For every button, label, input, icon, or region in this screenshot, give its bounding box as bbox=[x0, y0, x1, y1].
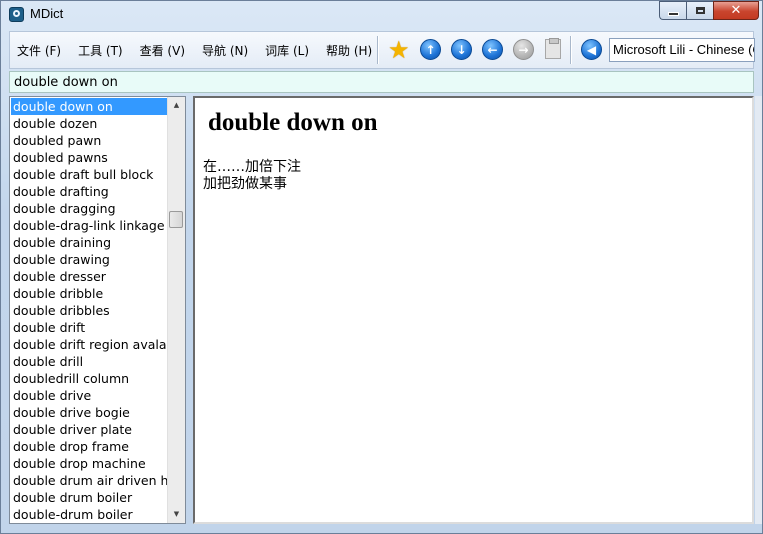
word-list-item[interactable]: doubled pawn bbox=[11, 132, 169, 149]
close-button[interactable]: ✕ bbox=[713, 1, 759, 20]
clipboard-icon bbox=[545, 38, 561, 59]
word-list: double down on double dozen doubled pawn do… bbox=[9, 96, 186, 524]
toolbar-separator bbox=[377, 36, 379, 64]
previous-entry-button[interactable]: ↑ bbox=[420, 39, 442, 61]
word-list-item[interactable]: double drawing bbox=[11, 251, 169, 268]
word-list-item[interactable]: doubled pawns bbox=[11, 149, 169, 166]
word-list-item[interactable]: double dozen bbox=[11, 115, 169, 132]
word-list-item[interactable]: double drop frame bbox=[11, 438, 169, 455]
word-list-item[interactable]: double drop machine bbox=[11, 455, 169, 472]
scroll-up-icon[interactable]: ▲ bbox=[168, 97, 185, 114]
word-list-item[interactable]: double draining bbox=[11, 234, 169, 251]
word-list-item[interactable]: double drive bbox=[11, 387, 169, 404]
word-list-items: double down on double dozen doubled pawn do… bbox=[11, 98, 169, 523]
word-list-item[interactable]: double drum air driven hoist bbox=[11, 472, 169, 489]
word-list-item[interactable]: double drift region avalanche bbox=[11, 336, 169, 353]
word-list-scrollbar[interactable]: ▲ ▼ bbox=[167, 97, 185, 523]
next-entry-button[interactable]: ↓ bbox=[451, 39, 473, 61]
word-list-item[interactable]: double drum boiler bbox=[11, 489, 169, 506]
word-list-item[interactable]: doubledrill column bbox=[11, 370, 169, 387]
menu-navigate[interactable]: 导航 (N) bbox=[195, 42, 255, 59]
menu-library[interactable]: 词库 (L) bbox=[258, 42, 316, 59]
app-icon bbox=[9, 7, 24, 22]
menu-file[interactable]: 文件 (F) bbox=[10, 42, 68, 59]
window-edge bbox=[755, 96, 762, 524]
word-list-item[interactable]: double-drag-link linkage bbox=[11, 217, 169, 234]
menu-toolbar-strip: 文件 (F) 工具 (T) 查看 (V) 导航 (N) 词库 (L) 帮助 (H… bbox=[9, 31, 755, 69]
paste-button[interactable] bbox=[542, 38, 564, 61]
word-list-item[interactable]: double drift bbox=[11, 319, 169, 336]
word-list-item[interactable]: double driver plate bbox=[11, 421, 169, 438]
word-list-item[interactable]: double dribbles bbox=[11, 302, 169, 319]
definition-line: 在……加倍下注 bbox=[203, 159, 301, 175]
word-list-item[interactable]: double dresser bbox=[11, 268, 169, 285]
mdict-window: MDict ✕ 文件 (F) 工具 (T) 查看 (V) 导航 (N) 词库 (… bbox=[0, 0, 763, 534]
minimize-icon bbox=[667, 11, 679, 16]
toolbar-separator bbox=[570, 36, 572, 64]
down-arrow-icon: ↓ bbox=[451, 39, 472, 60]
menu-view[interactable]: 查看 (V) bbox=[133, 42, 192, 59]
voice-select[interactable]: Microsoft Lili - Chinese (China) bbox=[609, 38, 755, 62]
close-icon: ✕ bbox=[730, 3, 742, 18]
menu-help[interactable]: 帮助 (H) bbox=[319, 42, 379, 59]
minimize-button[interactable] bbox=[659, 1, 686, 20]
word-list-item[interactable]: double-drum boiler bbox=[11, 506, 169, 523]
forward-button[interactable]: → bbox=[513, 39, 535, 61]
menubar: 文件 (F) 工具 (T) 查看 (V) 导航 (N) 词库 (L) 帮助 (H… bbox=[10, 32, 382, 68]
speaker-icon: ◀ bbox=[581, 39, 602, 60]
back-button[interactable]: ← bbox=[482, 39, 504, 61]
window-title: MDict bbox=[30, 6, 64, 21]
word-list-item[interactable]: double drafting bbox=[11, 183, 169, 200]
maximize-icon bbox=[695, 7, 705, 14]
scroll-down-icon[interactable]: ▼ bbox=[168, 506, 185, 523]
scroll-thumb[interactable] bbox=[169, 211, 183, 228]
definition-pane: double down on 在……加倍下注 加把劲做某事 bbox=[193, 96, 754, 524]
word-list-item[interactable]: double dribble bbox=[11, 285, 169, 302]
speak-button[interactable]: ◀ bbox=[581, 39, 603, 61]
title-bar[interactable]: MDict ✕ bbox=[1, 1, 762, 29]
word-list-item[interactable]: double down on bbox=[11, 98, 169, 115]
search-input[interactable] bbox=[9, 71, 754, 93]
word-list-item[interactable]: double drill bbox=[11, 353, 169, 370]
menu-tools[interactable]: 工具 (T) bbox=[71, 42, 130, 59]
up-arrow-icon: ↑ bbox=[420, 39, 441, 60]
favorite-button[interactable]: ★ bbox=[388, 36, 410, 64]
definition-line: 加把劲做某事 bbox=[203, 176, 287, 192]
word-list-item[interactable]: double drive bogie bbox=[11, 404, 169, 421]
window-controls: ✕ bbox=[659, 1, 759, 21]
maximize-button[interactable] bbox=[686, 1, 713, 20]
word-list-item[interactable]: double draft bull block bbox=[11, 166, 169, 183]
forward-arrow-icon: → bbox=[513, 39, 534, 60]
entry-title: double down on bbox=[208, 109, 378, 136]
word-list-item[interactable]: double dragging bbox=[11, 200, 169, 217]
star-icon: ★ bbox=[388, 36, 410, 64]
back-arrow-icon: ← bbox=[482, 39, 503, 60]
